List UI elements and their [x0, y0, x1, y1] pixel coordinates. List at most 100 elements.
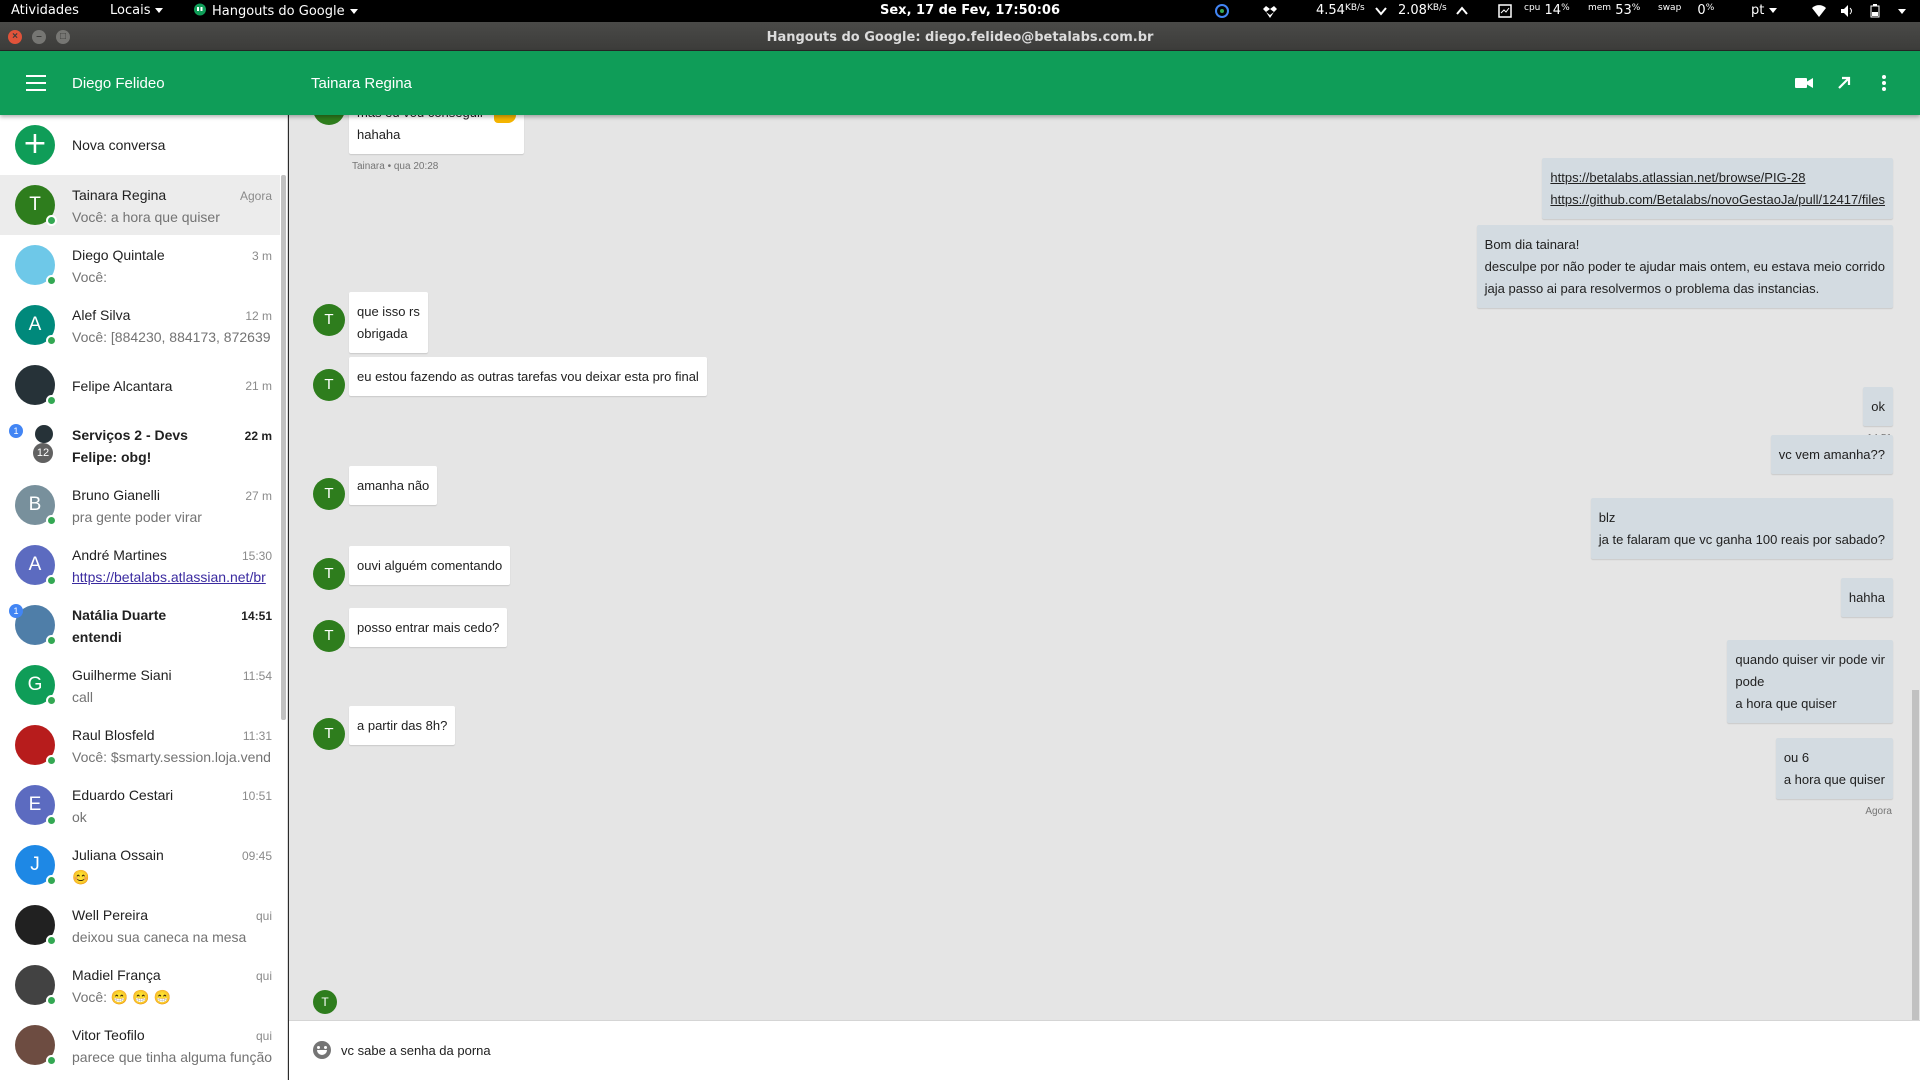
- outgoing-message: hahha: [1840, 578, 1893, 617]
- chevron-up-icon: [1456, 6, 1468, 15]
- chevron-down-icon: [155, 8, 164, 13]
- message-line: quando quiser vir pode vir: [1735, 652, 1885, 667]
- online-indicator: [46, 215, 57, 226]
- message-link[interactable]: https://betalabs.atlassian.net/browse/PI…: [1550, 167, 1885, 189]
- unread-badge: 1: [9, 424, 23, 438]
- dropbox-icon[interactable]: [1263, 4, 1277, 18]
- conversation-preview: pra gente poder virar: [72, 509, 202, 525]
- conversation-time: qui: [255, 1029, 272, 1043]
- conversation-title[interactable]: Tainara Regina: [311, 75, 412, 92]
- conversation-item[interactable]: Felipe Alcantara 21 m: [0, 355, 280, 415]
- wifi-icon[interactable]: [1812, 4, 1826, 18]
- battery-icon[interactable]: [1868, 4, 1882, 18]
- more-vert-icon[interactable]: [1872, 71, 1896, 95]
- net-up-value: 2.08: [1398, 3, 1427, 18]
- clock[interactable]: Sex, 17 de Fev, 17:50:06: [880, 3, 1060, 18]
- percent-sign: %: [1561, 3, 1570, 13]
- popout-icon[interactable]: [1832, 71, 1856, 95]
- conversation-time: 10:51: [241, 789, 272, 803]
- chat-scrollbar[interactable]: [1912, 690, 1919, 1020]
- conversation-time: 14:51: [241, 609, 272, 623]
- sync-icon[interactable]: [1215, 4, 1229, 18]
- conversation-item[interactable]: 1 Natália Duarte 14:51 entendi: [0, 595, 280, 655]
- new-conversation-button[interactable]: + Nova conversa: [0, 115, 287, 175]
- incoming-message: eu estou fazendo as outras tarefas vou d…: [349, 357, 707, 396]
- conversation-name: Felipe Alcantara: [72, 378, 173, 394]
- chevron-down-icon: [349, 9, 358, 14]
- conversation-item[interactable]: Madiel França qui Você: 😁 😁 😁: [0, 955, 280, 1015]
- conversation-item[interactable]: A Alef Silva 12 m Você: [884230, 884173, 87…: [0, 295, 280, 355]
- outgoing-message: quando quiser vir pode vir pode a hora que…: [1727, 640, 1893, 723]
- app-menu[interactable]: Hangouts do Google: [193, 3, 358, 19]
- conversation-item[interactable]: B Bruno Gianelli 27 m pra gente poder virar: [0, 475, 280, 535]
- message-line: pode: [1735, 674, 1765, 689]
- conversation-item[interactable]: Diego Quintale 3 m Você:: [0, 235, 280, 295]
- online-indicator: [46, 755, 57, 766]
- message-link[interactable]: https://github.com/Betalabs/novoGestaoJa…: [1550, 189, 1885, 211]
- conversation-item[interactable]: A André Martines 15:30 https://betalabs.atl…: [0, 535, 280, 595]
- message-line: ou 6: [1783, 750, 1810, 765]
- conversation-item[interactable]: T Tainara Regina Agora Você: a hora que qui…: [0, 175, 280, 235]
- incoming-message: que isso rs obrigada: [349, 292, 428, 353]
- hamburger-menu-icon[interactable]: [26, 75, 46, 91]
- conversation-time: 27 m: [245, 489, 272, 503]
- conversation-item[interactable]: 12 1 Serviços 2 - Devs 22 m Felipe: obg!: [0, 415, 280, 475]
- contact-avatar: T: [313, 369, 345, 401]
- network-speed: 4.54KB/s: [1316, 3, 1365, 18]
- chat-panel[interactable]: mas eu vou conseguir hahaha T Tainara • qua…: [289, 115, 1920, 1020]
- contact-avatar: T: [313, 478, 345, 510]
- typing-avatar: T: [313, 990, 337, 1014]
- message-line: a hora que quiser: [1783, 772, 1885, 787]
- conversation-sidebar[interactable]: + Nova conversa T Tainara Regina Agora Você…: [0, 115, 288, 1080]
- power-menu-icon[interactable]: [1898, 9, 1906, 14]
- conversation-name: Diego Quintale: [72, 247, 165, 263]
- conversation-name: Guilherme Siani: [72, 667, 172, 683]
- emoji-icon[interactable]: [313, 1041, 331, 1059]
- message-line: blz: [1598, 510, 1616, 525]
- conversation-name: Tainara Regina: [72, 187, 167, 203]
- conversation-preview: deixou sua caneca na mesa: [72, 929, 247, 945]
- conversation-name: Well Pereira: [72, 907, 148, 923]
- conversation-time: 22 m: [244, 429, 272, 443]
- places-menu[interactable]: Locais: [110, 3, 164, 18]
- conversation-time: 11:54: [242, 669, 272, 683]
- online-indicator: [46, 275, 57, 286]
- window-title: Hangouts do Google: diego.felideo@betala…: [766, 30, 1154, 45]
- conversation-item[interactable]: G Guilherme Siani 11:54 call: [0, 655, 280, 715]
- message-line: a partir das 8h?: [357, 718, 448, 733]
- message-composer: [289, 1020, 1920, 1080]
- conversation-preview-link[interactable]: https://betalabs.atlassian.net/br: [72, 569, 274, 585]
- online-indicator: [46, 635, 57, 646]
- sidebar-scrollbar[interactable]: [281, 175, 286, 720]
- new-conversation-label: Nova conversa: [72, 137, 166, 153]
- language-menu[interactable]: pt: [1751, 3, 1778, 18]
- video-call-icon[interactable]: [1792, 71, 1816, 95]
- conversation-item[interactable]: J Juliana Ossain 09:45 😊: [0, 835, 280, 895]
- conversation-time: Agora: [239, 189, 272, 203]
- mem-value: 53: [1615, 3, 1632, 18]
- online-indicator: [46, 575, 57, 586]
- conversation-item[interactable]: Vitor Teofilo qui parece que tinha alguma …: [0, 1015, 280, 1075]
- conversation-item[interactable]: Well Pereira qui deixou sua caneca na mesa: [0, 895, 280, 955]
- places-label: Locais: [110, 3, 151, 18]
- conversation-name: André Martines: [72, 547, 167, 563]
- conversation-preview: Você:: [72, 269, 108, 285]
- system-monitor-icon[interactable]: [1498, 4, 1512, 18]
- window-titlebar[interactable]: × – □ Hangouts do Google: diego.felideo@…: [0, 22, 1920, 51]
- unread-badge: 1: [9, 604, 23, 618]
- conversation-name: Serviços 2 - Devs: [72, 427, 188, 443]
- conversation-time: 09:45: [241, 849, 272, 863]
- incoming-message: amanha não: [349, 466, 438, 505]
- message-line: ok: [1871, 399, 1885, 414]
- app-header: Diego Felideo Tainara Regina: [0, 51, 1920, 115]
- activities-button[interactable]: Atividades: [11, 3, 79, 18]
- conversation-time: 15:30: [241, 549, 272, 563]
- conversation-item[interactable]: Raul Blosfeld 11:31 Você: $smarty.session.…: [0, 715, 280, 775]
- mem-stat: mem 53%: [1588, 3, 1640, 18]
- volume-icon[interactable]: [1840, 4, 1854, 18]
- message-line: Bom dia tainara!: [1484, 237, 1580, 252]
- flexed-biceps-emoji: [494, 115, 517, 123]
- message-input[interactable]: [341, 1037, 1881, 1063]
- app-menu-label: Hangouts do Google: [212, 4, 345, 19]
- conversation-item[interactable]: E Eduardo Cestari 10:51 ok: [0, 775, 280, 835]
